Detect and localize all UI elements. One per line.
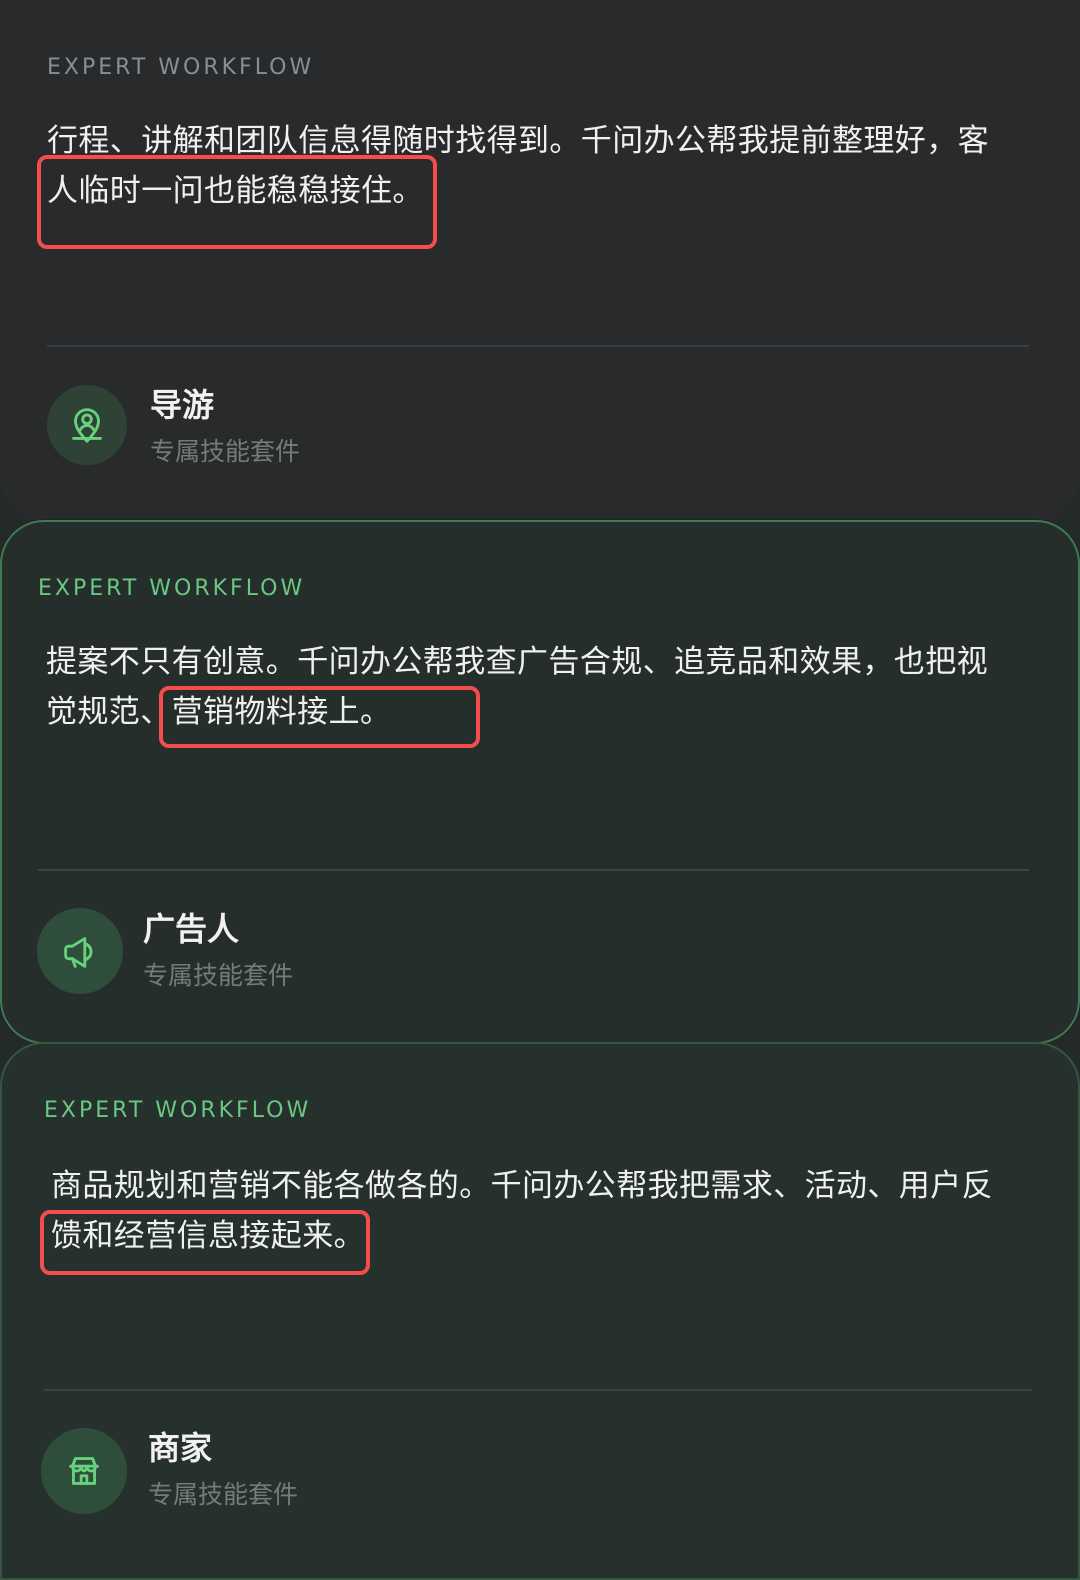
- role-subtitle: 专属技能套件: [150, 437, 301, 466]
- card-divider: [47, 345, 1029, 347]
- card-description: 行程、讲解和团队信息得随时找得到。千问办公帮我提前整理好，客 人临时一问也能稳稳…: [47, 123, 989, 209]
- role-title: 商家: [148, 1429, 213, 1467]
- card-eyebrow: EXPERT WORKFLOW: [44, 1098, 312, 1123]
- card-divider: [38, 869, 1029, 871]
- card-eyebrow: EXPERT WORKFLOW: [47, 55, 315, 80]
- role-subtitle: 专属技能套件: [143, 961, 294, 990]
- map-pin-user-icon: [47, 385, 127, 465]
- card-description: 提案不只有创意。千问办公帮我查广告合规、追竞品和效果，也把视 觉规范、营销物料接…: [46, 644, 988, 730]
- role-title: 广告人: [143, 910, 240, 948]
- card-divider: [44, 1389, 1032, 1391]
- expert-workflow-card-tour-guide[interactable]: EXPERT WORKFLOW 行程、讲解和团队信息得随时找得到。千问办公帮我提…: [0, 0, 1080, 522]
- store-icon: [41, 1428, 127, 1514]
- megaphone-icon: [37, 908, 123, 994]
- card-description: 商品规划和营销不能各做各的。千问办公帮我把需求、活动、用户反 馈和经营信息接起来…: [51, 1168, 993, 1254]
- expert-workflow-card-merchant[interactable]: EXPERT WORKFLOW 商品规划和营销不能各做各的。千问办公帮我把需求、…: [0, 1042, 1080, 1580]
- card-eyebrow: EXPERT WORKFLOW: [38, 576, 306, 601]
- role-title: 导游: [150, 386, 215, 424]
- expert-workflow-card-advertiser[interactable]: EXPERT WORKFLOW 提案不只有创意。千问办公帮我查广告合规、追竞品和…: [0, 520, 1080, 1044]
- role-subtitle: 专属技能套件: [148, 1480, 299, 1509]
